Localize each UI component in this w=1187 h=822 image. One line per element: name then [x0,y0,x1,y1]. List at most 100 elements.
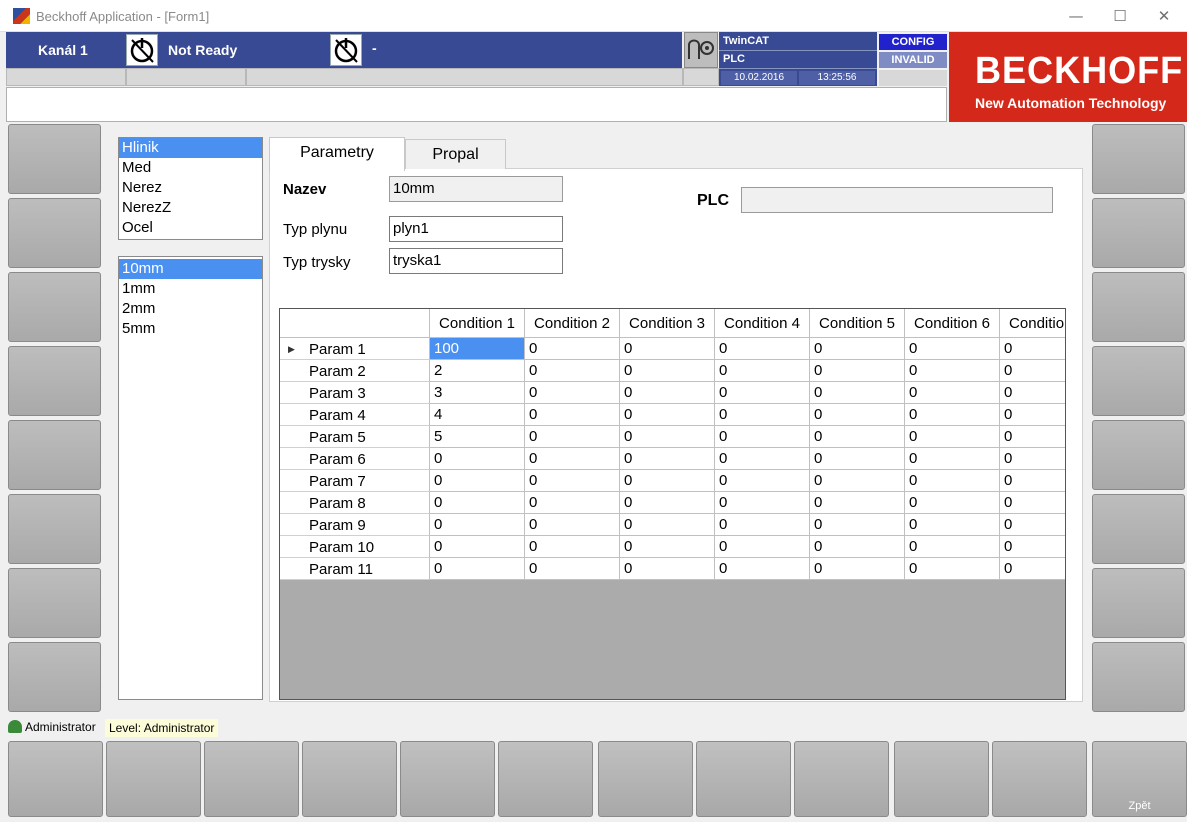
right-softkey-8[interactable] [1092,642,1185,712]
grid-cell[interactable]: 0 [810,404,905,426]
bottom-softkey-2[interactable] [106,741,201,817]
column-header[interactable]: Condition 6 [905,309,1000,338]
right-softkey-3[interactable] [1092,272,1185,342]
grid-cell[interactable]: 0 [1000,536,1065,558]
grid-cell[interactable]: 0 [1000,382,1065,404]
grid-cell[interactable]: 0 [525,558,620,580]
grid-cell[interactable]: 0 [1000,558,1065,580]
grid-cell[interactable]: 0 [430,492,525,514]
right-softkey-4[interactable] [1092,346,1185,416]
grid-cell[interactable]: 0 [905,558,1000,580]
row-header[interactable]: Param 2 [280,360,430,382]
column-header[interactable]: Condition 7 [1000,309,1065,338]
bottom-softkey-6[interactable] [498,741,593,817]
grid-cell[interactable]: 0 [620,426,715,448]
grid-cell[interactable]: 0 [715,470,810,492]
list-item[interactable]: Med [119,158,262,178]
grid-cell[interactable]: 0 [905,360,1000,382]
grid-cell[interactable]: 0 [905,426,1000,448]
grid-cell[interactable]: 0 [620,536,715,558]
row-header[interactable]: Param 11 [280,558,430,580]
grid-cell[interactable]: 2 [430,360,525,382]
list-item[interactable]: Hlinik [119,138,262,158]
grid-cell[interactable]: 0 [810,492,905,514]
close-button[interactable]: ✕ [1141,4,1187,28]
grid-cell[interactable]: 0 [430,558,525,580]
right-softkey-1[interactable] [1092,124,1185,194]
bottom-softkey-3[interactable] [204,741,299,817]
grid-cell[interactable]: 0 [810,382,905,404]
grid-cell[interactable]: 0 [620,338,715,360]
list-item[interactable]: Ocel [119,218,262,238]
right-softkey-6[interactable] [1092,494,1185,564]
grid-cell[interactable]: 0 [430,536,525,558]
grid-cell[interactable]: 0 [430,470,525,492]
grid-cell[interactable]: 0 [810,514,905,536]
grid-cell[interactable]: 0 [1000,470,1065,492]
bottom-softkey-11[interactable] [992,741,1087,817]
grid-cell[interactable]: 0 [1000,426,1065,448]
grid-cell[interactable]: 0 [905,404,1000,426]
grid-cell[interactable]: 0 [715,448,810,470]
grid-cell[interactable]: 0 [525,470,620,492]
grid-cell[interactable]: 0 [620,382,715,404]
grid-cell[interactable]: 0 [1000,360,1065,382]
column-header[interactable]: Condition 4 [715,309,810,338]
grid-cell[interactable]: 0 [620,404,715,426]
right-softkey-7[interactable] [1092,568,1185,638]
grid-cell[interactable]: 0 [525,426,620,448]
grid-cell[interactable]: 0 [525,448,620,470]
twincat-gear-icon[interactable] [684,32,718,68]
grid-cell[interactable]: 0 [1000,404,1065,426]
parameter-grid[interactable]: Condition 1 Condition 2 Condition 3 Conditi… [279,308,1066,700]
grid-cell[interactable]: 0 [905,338,1000,360]
grid-cell[interactable]: 3 [430,382,525,404]
row-header[interactable]: Param 1 [280,338,430,360]
column-header[interactable]: Condition 3 [620,309,715,338]
grid-cell[interactable]: 0 [430,448,525,470]
grid-cell[interactable]: 0 [620,470,715,492]
list-item[interactable]: 1mm [119,279,262,299]
grid-cell[interactable]: 0 [430,514,525,536]
right-softkey-5[interactable] [1092,420,1185,490]
row-header[interactable]: Param 5 [280,426,430,448]
grid-cell[interactable]: 0 [1000,448,1065,470]
grid-cell[interactable]: 5 [430,426,525,448]
material-list[interactable]: Hlinik Med Nerez NerezZ Ocel [118,137,263,240]
plc-field[interactable] [741,187,1053,213]
thickness-list[interactable]: 10mm 1mm 2mm 5mm [118,256,263,700]
row-header[interactable]: Param 9 [280,514,430,536]
grid-cell[interactable]: 100 [430,338,525,360]
column-header[interactable]: Condition 1 [430,309,525,338]
grid-cell[interactable]: 0 [905,536,1000,558]
grid-cell[interactable]: 0 [715,536,810,558]
grid-cell[interactable]: 0 [715,360,810,382]
row-header[interactable]: Param 10 [280,536,430,558]
grid-cell[interactable]: 0 [810,448,905,470]
grid-cell[interactable]: 0 [905,448,1000,470]
grid-cell[interactable]: 0 [1000,338,1065,360]
maximize-button[interactable]: ☐ [1097,4,1143,28]
bottom-softkey-10[interactable] [894,741,989,817]
grid-cell[interactable]: 0 [810,536,905,558]
left-softkey-5[interactable] [8,420,101,490]
grid-cell[interactable]: 0 [620,360,715,382]
list-item[interactable]: 5mm [119,319,262,339]
bottom-softkey-1[interactable] [8,741,103,817]
typ-trysky-field[interactable]: tryska1 [389,248,563,274]
grid-cell[interactable]: 0 [525,492,620,514]
left-softkey-4[interactable] [8,346,101,416]
grid-cell[interactable]: 0 [1000,492,1065,514]
grid-cell[interactable]: 0 [620,514,715,536]
grid-cell[interactable]: 0 [905,470,1000,492]
tab-parametry[interactable]: Parametry [269,137,405,171]
grid-cell[interactable]: 0 [620,558,715,580]
grid-cell[interactable]: 0 [1000,514,1065,536]
minimize-button[interactable]: — [1053,4,1099,28]
bottom-softkey-8[interactable] [696,741,791,817]
list-item[interactable]: 10mm [119,259,262,279]
grid-cell[interactable]: 0 [715,338,810,360]
grid-cell[interactable]: 0 [525,514,620,536]
grid-cell[interactable]: 0 [525,536,620,558]
right-softkey-2[interactable] [1092,198,1185,268]
